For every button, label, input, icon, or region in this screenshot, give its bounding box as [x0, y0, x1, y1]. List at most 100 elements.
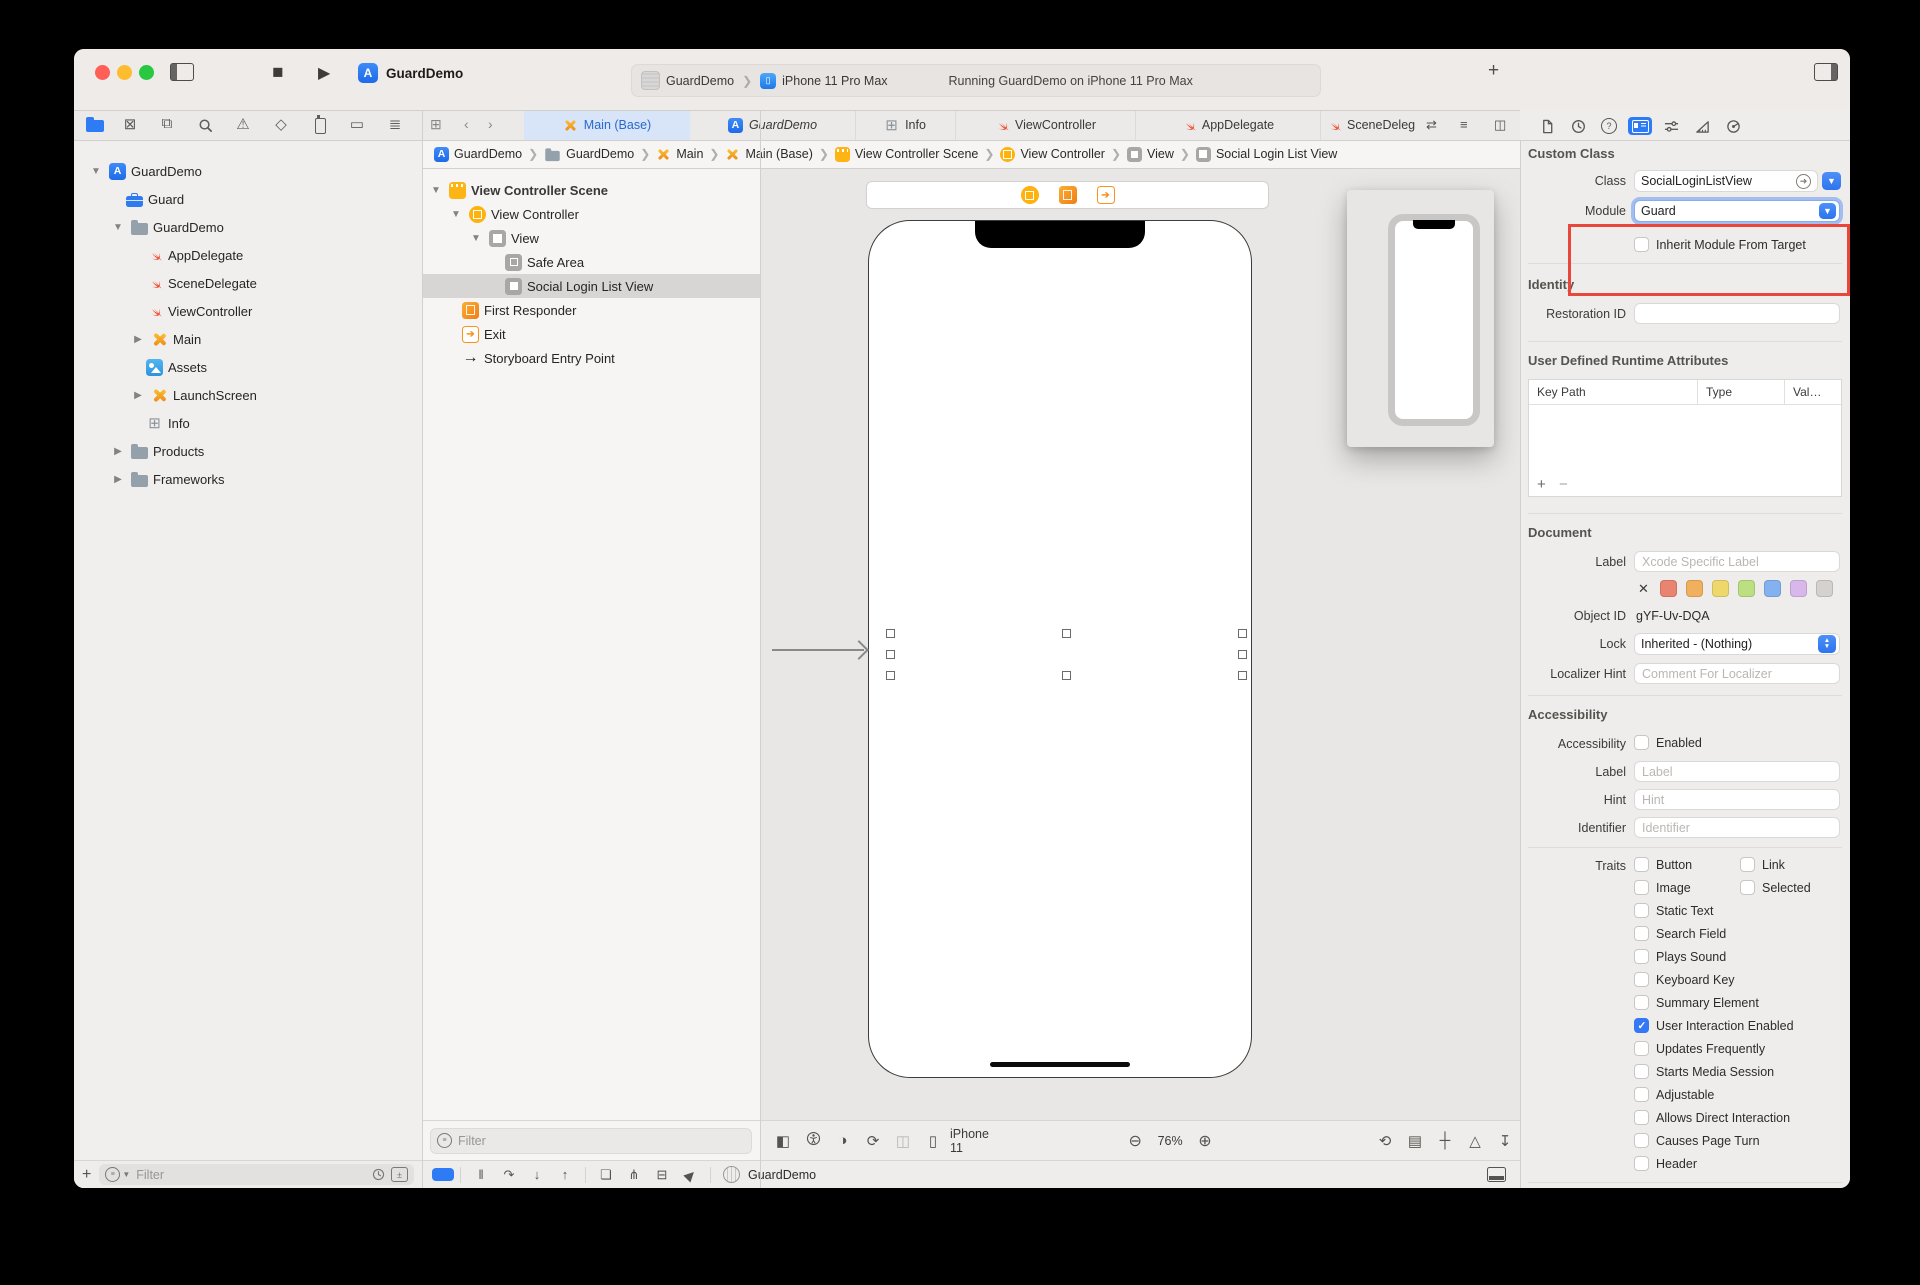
acc-label-field[interactable]	[1634, 761, 1840, 782]
chevron-down-icon[interactable]: ▼	[448, 209, 464, 220]
chevron-right-icon[interactable]: ▶	[130, 390, 146, 401]
trait-checkbox-checked[interactable]	[1634, 1018, 1649, 1033]
zoom-level[interactable]: 76%	[1150, 1134, 1190, 1148]
process-name[interactable]: GuardDemo	[748, 1168, 816, 1182]
jumpbar-item-project[interactable]: A GuardDemo	[434, 146, 522, 162]
trait-search-field[interactable]: Search Field	[1634, 926, 1726, 941]
navigator-divider[interactable]	[422, 110, 423, 1188]
class-dropdown-icon[interactable]: ▼	[1822, 172, 1841, 190]
trait-plays-sound[interactable]: Plays Sound	[1634, 949, 1726, 964]
lock-stepper-icon[interactable]: ▲ ▼	[1818, 635, 1836, 653]
outline-item-exit[interactable]: ➔ Exit	[422, 322, 760, 346]
iphone-canvas-frame[interactable]	[868, 220, 1252, 1078]
selection-handle[interactable]	[1062, 629, 1071, 638]
tab-main-base[interactable]: Main (Base)	[524, 110, 690, 140]
tab-guarddemo[interactable]: A GuardDemo	[690, 110, 856, 140]
restoration-id-field[interactable]	[1634, 303, 1840, 324]
jumpbar-item-view-controller[interactable]: View Controller	[1000, 146, 1105, 162]
outline-item-social-login-list-view[interactable]: Social Login List View	[422, 274, 760, 298]
trait-adjustable[interactable]: Adjustable	[1634, 1087, 1714, 1102]
nav-item-frameworks[interactable]: ▶ Frameworks	[74, 466, 422, 492]
trait-checkbox[interactable]	[1634, 949, 1649, 964]
file-inspector-icon[interactable]	[1535, 117, 1559, 135]
minimize-window-button[interactable]	[117, 65, 132, 80]
outline-item-view-controller[interactable]: ▼ View Controller	[422, 202, 760, 226]
trait-keyboard-key[interactable]: Keyboard Key	[1634, 972, 1735, 987]
trait-selected[interactable]: Selected	[1740, 880, 1811, 895]
document-label-field[interactable]	[1634, 551, 1840, 572]
swatch-gray[interactable]	[1816, 580, 1833, 597]
jumpbar-item-view[interactable]: View	[1127, 146, 1174, 162]
trait-static-text[interactable]: Static Text	[1634, 903, 1713, 918]
add-editor-icon[interactable]: ◫	[1494, 117, 1506, 133]
nav-item-scenedelegate[interactable]: SceneDelegate	[74, 270, 422, 296]
class-field[interactable]: SocialLoginListView ➜	[1634, 170, 1818, 192]
jumpbar-item-main[interactable]: Main	[656, 147, 703, 162]
symbol-navigator-icon[interactable]: ⧉	[157, 115, 177, 132]
connections-inspector-icon[interactable]	[1721, 117, 1745, 135]
storyboard-entry-point-arrow[interactable]	[772, 649, 864, 651]
udra-remove-button[interactable]: −	[1559, 476, 1568, 493]
accessibility-enabled-checkbox[interactable]	[1634, 735, 1649, 750]
swatch-red[interactable]	[1660, 580, 1677, 597]
nav-item-appdelegate[interactable]: AppDelegate	[74, 242, 422, 268]
navigator-filter-field[interactable]: ≡ ▼ Filter ±	[99, 1164, 414, 1185]
storyboard-canvas[interactable]: ➔	[760, 168, 1520, 1120]
chevron-down-icon[interactable]: ▼	[110, 222, 126, 233]
trait-causes-page-turn[interactable]: Causes Page Turn	[1634, 1133, 1760, 1148]
outline-filter-field[interactable]: ≡ Filter	[430, 1127, 752, 1154]
localizer-hint-field[interactable]	[1634, 663, 1840, 684]
trait-checkbox[interactable]	[1634, 926, 1649, 941]
jumpbar-item-social-login-list-view[interactable]: Social Login List View	[1195, 146, 1337, 162]
trait-summary-element[interactable]: Summary Element	[1634, 995, 1759, 1010]
trait-user-interaction-enabled[interactable]: User Interaction Enabled	[1634, 1018, 1794, 1033]
scheme-and-status-bar[interactable]: GuardDemo ❯ ▯ iPhone 11 Pro Max Running …	[631, 64, 1321, 97]
view-controller-icon[interactable]	[1020, 186, 1039, 204]
trait-button[interactable]: Button	[1634, 857, 1692, 872]
trait-link[interactable]: Link	[1740, 857, 1785, 872]
memory-graph-icon[interactable]: ⋔	[620, 1167, 648, 1183]
trait-checkbox[interactable]	[1634, 995, 1649, 1010]
debug-area-toggle-icon[interactable]	[1487, 1167, 1506, 1182]
history-inspector-icon[interactable]	[1566, 117, 1590, 135]
jumpbar-item-main-base[interactable]: Main (Base)	[725, 147, 812, 162]
trait-checkbox[interactable]	[1634, 1133, 1649, 1148]
nav-item-viewcontroller[interactable]: ViewController	[74, 298, 422, 324]
breakpoints-toggle-button[interactable]	[432, 1168, 454, 1181]
project-navigator-icon[interactable]	[86, 117, 104, 132]
add-constraints-icon[interactable]: ┼	[1430, 1132, 1460, 1149]
udra-add-button[interactable]: +	[1537, 476, 1546, 493]
udra-table[interactable]: Key Path Type Val… + −	[1528, 379, 1842, 497]
step-over-icon[interactable]: ↷	[495, 1167, 523, 1183]
tab-scenedelegate[interactable]: SceneDeleg	[1320, 110, 1426, 140]
accessibility-enabled-row[interactable]: Enabled	[1634, 735, 1702, 750]
selection-handle[interactable]	[886, 650, 895, 659]
adapt-columns-icon[interactable]: ◫	[888, 1132, 918, 1150]
issue-navigator-icon[interactable]: ⚠	[233, 115, 253, 133]
step-into-icon[interactable]: ↓	[523, 1167, 551, 1182]
trait-checkbox[interactable]	[1634, 880, 1649, 895]
pause-execution-icon[interactable]: ‖	[467, 1167, 495, 1182]
selection-handle[interactable]	[1238, 650, 1247, 659]
scheme-device[interactable]: iPhone 11 Pro Max	[782, 74, 887, 88]
nav-item-products[interactable]: ▶ Products	[74, 438, 422, 464]
selection-handle[interactable]	[1238, 629, 1247, 638]
chevron-down-icon[interactable]: ▼	[88, 166, 104, 177]
breakpoint-navigator-icon[interactable]: ▭	[347, 115, 367, 133]
zoom-window-button[interactable]	[139, 65, 154, 80]
trait-checkbox[interactable]	[1634, 1041, 1649, 1056]
trait-updates-frequently[interactable]: Updates Frequently	[1634, 1041, 1765, 1056]
trait-checkbox[interactable]	[1634, 1064, 1649, 1079]
go-forward-icon[interactable]: ›	[488, 116, 493, 132]
jump-to-class-arrow-icon[interactable]: ➜	[1796, 173, 1811, 189]
nav-item-guarddemo-project[interactable]: ▼ A GuardDemo	[74, 158, 422, 184]
udra-col-value[interactable]: Val…	[1784, 380, 1841, 404]
selection-handle[interactable]	[886, 671, 895, 680]
toggle-navigator-icon[interactable]	[170, 63, 194, 81]
outline-divider[interactable]	[760, 110, 761, 1188]
editor-options-icon[interactable]: ≡	[1460, 117, 1468, 132]
chevron-right-icon[interactable]: ▶	[110, 474, 126, 485]
simulate-location-icon[interactable]: ▶	[674, 1159, 705, 1188]
test-navigator-icon[interactable]: ◇	[271, 115, 291, 133]
module-dropdown-icon[interactable]: ▼	[1819, 203, 1836, 219]
